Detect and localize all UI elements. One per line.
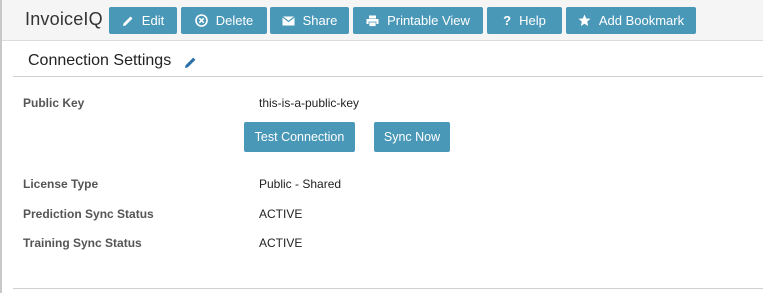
training-sync-status-value: ACTIVE — [259, 236, 303, 250]
share-button-label: Share — [302, 13, 338, 28]
top-toolbar: InvoiceIQ Edit Delete Share Printable Vi… — [2, 0, 763, 41]
section-title: Connection Settings — [28, 52, 172, 69]
prediction-sync-status-label: Prediction Sync Status — [23, 207, 154, 221]
envelope-icon — [281, 15, 295, 26]
question-icon: ? — [503, 13, 512, 28]
add-bookmark-button[interactable]: Add Bookmark — [566, 7, 696, 34]
public-key-value: this-is-a-public-key — [259, 96, 360, 110]
app-title: InvoiceIQ — [25, 9, 103, 29]
delete-circle-icon — [194, 14, 208, 27]
section-divider — [13, 76, 763, 77]
delete-button-label: Delete — [215, 13, 254, 28]
edit-button-label: Edit — [141, 13, 165, 28]
pencil-icon[interactable] — [184, 56, 197, 74]
sync-now-button[interactable]: Sync Now — [374, 122, 450, 152]
pencil-icon — [122, 15, 134, 27]
help-button-label: Help — [519, 13, 546, 28]
license-type-value: Public - Shared — [259, 177, 342, 191]
printable-view-button[interactable]: Printable View — [353, 7, 483, 34]
delete-button[interactable]: Delete — [181, 7, 267, 34]
training-sync-status-label: Training Sync Status — [23, 236, 142, 250]
section-bottom-divider — [13, 288, 763, 289]
edit-button[interactable]: Edit — [109, 7, 177, 34]
license-type-label: License Type — [23, 177, 99, 191]
add-bookmark-button-label: Add Bookmark — [598, 13, 685, 28]
share-button[interactable]: Share — [270, 7, 349, 34]
printer-icon — [366, 15, 379, 27]
test-connection-button[interactable]: Test Connection — [244, 122, 355, 152]
star-icon — [578, 14, 591, 27]
prediction-sync-status-value: ACTIVE — [259, 207, 303, 221]
public-key-label: Public Key — [23, 96, 85, 110]
window-left-border — [0, 0, 2, 293]
connection-settings-panel: Connection Settings Public Key this-is-a… — [13, 40, 763, 293]
help-button[interactable]: ? Help — [487, 7, 562, 34]
printable-view-button-label: Printable View — [387, 13, 470, 28]
